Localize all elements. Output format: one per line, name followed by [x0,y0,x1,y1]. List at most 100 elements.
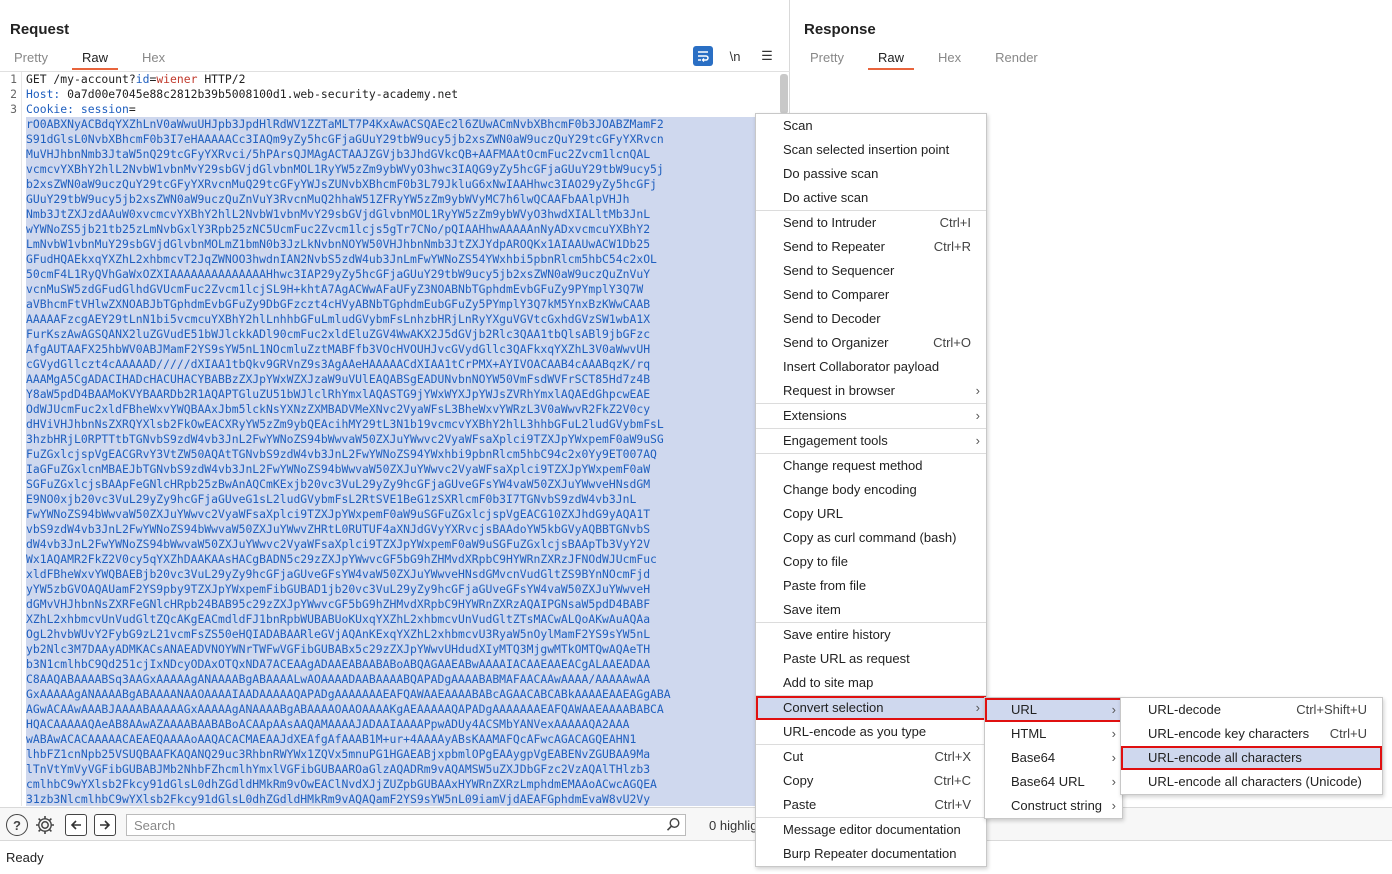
menu-item-burp-repeater-documentation[interactable]: Burp Repeater documentation [756,842,986,866]
menu-item-label: URL [1011,702,1038,717]
tab-raw[interactable]: Raw [867,46,914,70]
menu-item-paste[interactable]: Paste Ctrl+V [756,793,986,817]
session-cookie-selection[interactable]: rO0ABXNyACBdqYXZhLnV0aWwuUHJpb3JpdHlRdWV… [26,117,778,806]
submenu-item-url-encode-all-characters-unicode[interactable]: URL-encode all characters (Unicode) [1121,770,1382,794]
menu-item-copy-url[interactable]: Copy URL [756,502,986,526]
submenu-item-base64-url[interactable]: Base64 URL › [985,770,1122,794]
search-icon[interactable] [666,817,681,835]
tab-raw[interactable]: Raw [71,46,118,70]
request-editor[interactable]: 1 2 3 GET /my-account?id=wiener HTTP/2 H… [0,71,790,806]
menu-item-convert-selection[interactable]: Convert selection › [756,696,986,720]
session-value-line: AfgAUTAAFX25hbWV0ABJMamF2YS9sYW5nL1NOcml… [26,342,778,357]
menu-item-do-passive-scan[interactable]: Do passive scan [756,162,986,186]
tab-render[interactable]: Render [985,46,1048,70]
menu-item-send-to-sequencer[interactable]: Send to Sequencer [756,259,986,283]
menu-item-request-in-browser[interactable]: Request in browser › [756,379,986,403]
shortcut-label: Ctrl+Shift+U [1296,702,1367,717]
submenu-item-html[interactable]: HTML › [985,722,1122,746]
session-value-line: C8AAQABAAAABSq3AAGxAAAAAgANAAAABgABAAAAL… [26,672,778,687]
menu-item-label: Extensions [783,408,847,423]
status-text: Ready [6,850,44,865]
previous-arrow-icon[interactable] [65,814,87,836]
wrap-lines-icon[interactable] [693,46,713,66]
menu-item-change-body-encoding[interactable]: Change body encoding [756,478,986,502]
submenu-item-url[interactable]: URL › [985,698,1122,722]
menu-item-save-entire-history[interactable]: Save entire history [756,623,986,647]
menu-item-send-to-organizer[interactable]: Send to Organizer Ctrl+O [756,331,986,355]
tab-hex[interactable]: Hex [132,46,175,70]
chevron-right-icon: › [975,383,980,398]
session-value-line: 3hzbHRjL0RPTTtbTGNvbS9zdW4vb3JnL2FwYWNoZ… [26,432,778,447]
menu-item-paste-from-file[interactable]: Paste from file [756,574,986,598]
menu-item-label: Do passive scan [783,166,879,181]
menu-item-label: Construct string [1011,798,1103,813]
session-value-line: AGwACAAwAAABJAAAABAAAAAGxAAAAAgANAAAABgA… [26,702,778,717]
session-value-line: b3N1cmlhbC9Qd251cjIxNDcyODAxOTQxNDA7ACEA… [26,657,778,672]
session-value-line: xldFBheWxvYWQBAEBjb20vc3VuL29yZy9hcGFjaG… [26,567,778,582]
menu-item-do-active-scan[interactable]: Do active scan [756,186,986,210]
menu-item-label: Message editor documentation [783,822,961,837]
menu-item-extensions[interactable]: Extensions › [756,404,986,428]
menu-item-cut[interactable]: Cut Ctrl+X [756,745,986,769]
menu-item-label: Send to Comparer [783,287,890,302]
line-number: 2 [10,87,17,101]
menu-item-paste-url-as-request[interactable]: Paste URL as request [756,647,986,671]
menu-item-send-to-repeater[interactable]: Send to Repeater Ctrl+R [756,235,986,259]
editor-scrollbar[interactable] [780,74,788,114]
menu-item-label: HTML [1011,726,1047,741]
session-value-line: yb2Nlc3M7DAAyADMKACsANAEADVNOYWNrTWFwVGF… [26,642,778,657]
session-value-line: Y8aW5pdD4BAAMoKVYBAARDb2R1AQAPTGluZU51bW… [26,387,778,402]
submenu-item-url-encode-all-characters[interactable]: URL-encode all characters [1121,746,1382,770]
request-code[interactable]: GET /my-account?id=wiener HTTP/2 Host: 0… [26,72,778,806]
editor-menu-icon[interactable]: ☰ [757,46,777,66]
param-name: id [135,72,150,86]
request-line: GET /my-account?id=wiener HTTP/2 [26,72,778,87]
menu-item-label: Cut [783,749,804,764]
request-pane: Request Pretty Raw Hex \n ☰ 1 2 3 GET /m… [0,0,790,806]
menu-item-scan-selected-insertion-point[interactable]: Scan selected insertion point [756,138,986,162]
menu-item-change-request-method[interactable]: Change request method [756,454,986,478]
menu-item-label: Insert Collaborator payload [783,359,940,374]
menu-item-add-to-site-map[interactable]: Add to site map [756,671,986,695]
menu-item-label: Burp Repeater documentation [783,846,957,861]
tab-pretty[interactable]: Pretty [4,46,58,70]
menu-item-message-editor-documentation[interactable]: Message editor documentation [756,818,986,842]
chevron-right-icon: › [1111,774,1116,789]
cookie-eq: = [128,102,136,116]
menu-item-copy-as-curl-command-bash[interactable]: Copy as curl command (bash) [756,526,986,550]
menu-item-send-to-decoder[interactable]: Send to Decoder [756,307,986,331]
menu-item-send-to-intruder[interactable]: Send to Intruder Ctrl+I [756,211,986,235]
next-arrow-icon[interactable] [94,814,116,836]
chevron-right-icon: › [1111,798,1116,813]
session-value-line: OgL2hvbWUvY2FybG9zL21vcmFsZS50eHQIADABAA… [26,627,778,642]
menu-item-engagement-tools[interactable]: Engagement tools › [756,429,986,453]
submenu-item-construct-string[interactable]: Construct string › [985,794,1122,818]
submenu-item-url-encode-key-characters[interactable]: URL-encode key characters Ctrl+U [1121,722,1382,746]
tab-pretty[interactable]: Pretty [800,46,854,70]
menu-item-label: Send to Sequencer [783,263,895,278]
shortcut-label: Ctrl+V [934,797,971,812]
session-value-line: S91dGlsL0NvbXBhcmF0b3I7eHAAAAACc3IAQm9yZ… [26,132,778,147]
settings-gear-icon[interactable] [34,814,56,836]
cookie-line: Cookie: session= [26,102,778,117]
tab-hex[interactable]: Hex [928,46,971,70]
session-value-line: Wx1AQAMR2FkZ2V0cy5qYXZhDAAKAAsHACgBADN5c… [26,552,778,567]
help-icon[interactable]: ? [6,814,28,836]
session-value-line: lhbFZ1cnNpb25VSUQBAAFKAQANQ29uc3RhbnRWYW… [26,747,778,762]
submenu-item-url-decode[interactable]: URL-decode Ctrl+Shift+U [1121,698,1382,722]
menu-item-save-item[interactable]: Save item [756,598,986,622]
show-newlines-icon[interactable]: \n [725,46,745,66]
shortcut-label: Ctrl+I [939,215,971,230]
menu-item-insert-collaborator-payload[interactable]: Insert Collaborator payload [756,355,986,379]
chevron-right-icon: › [975,433,980,448]
session-value-line: IaGFuZGxlcnMBAEJbTGNvbS9zdW4vb3JnL2FwYWN… [26,462,778,477]
menu-item-url-encode-as-you-type[interactable]: URL-encode as you type [756,720,986,744]
menu-item-copy-to-file[interactable]: Copy to file [756,550,986,574]
search-input[interactable]: Search [126,814,686,836]
menu-item-scan[interactable]: Scan [756,114,986,138]
menu-item-copy[interactable]: Copy Ctrl+C [756,769,986,793]
session-value-line: rO0ABXNyACBdqYXZhLnV0aWwuUHJpb3JpdHlRdWV… [26,117,778,132]
burp-repeater-window: Request Pretty Raw Hex \n ☰ 1 2 3 GET /m… [0,0,1392,874]
submenu-item-base64[interactable]: Base64 › [985,746,1122,770]
menu-item-send-to-comparer[interactable]: Send to Comparer [756,283,986,307]
